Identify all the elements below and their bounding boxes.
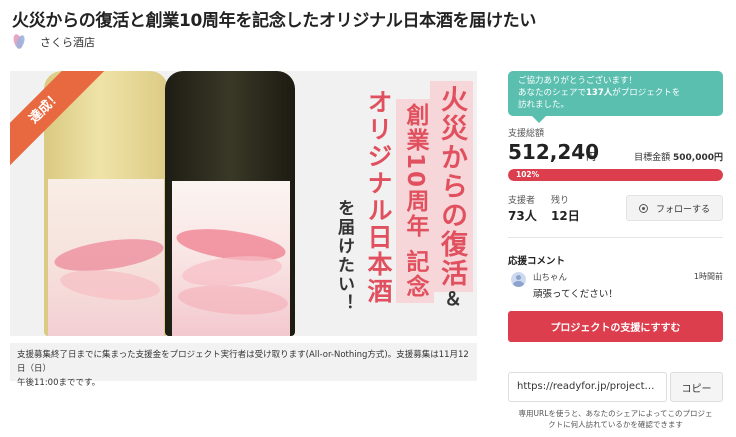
project-main-image: 達成！ 火災からの復活 創業10周年 記念 オリジナル日本酒 を届けたい！ ＆: [10, 71, 477, 336]
bubble-line2-pre: あなたのシェアで: [518, 88, 587, 98]
comment-author[interactable]: 山ちゃん: [533, 271, 567, 283]
notice-line2: 午後11:00までです。: [17, 378, 101, 388]
progress-fill: [508, 169, 723, 181]
share-url-field[interactable]: https://readyfor.jp/projects/r...: [508, 372, 667, 402]
hero-copy-line4: を届けたい！: [334, 199, 354, 313]
hero-copy-ampersand: ＆: [444, 289, 462, 310]
copy-url-button[interactable]: コピー: [670, 372, 723, 402]
progress-bar: 102%: [508, 169, 723, 181]
sakura-logo-icon: [10, 33, 28, 51]
total-label: 支援総額: [508, 129, 545, 139]
owner-name[interactable]: さくら酒店: [40, 34, 95, 50]
supporters-value: 73人: [508, 209, 537, 223]
funding-notice: 支援募集終了日までに集まった支援金をプロジェクト実行者は受け取ります(All-o…: [10, 343, 477, 388]
hero-copy-line2: 創業10周年 記念: [396, 99, 434, 304]
share-url-note: 専用URLを使うと、あなたのシェアによってこのプロジェ クトに何人訪れているかを…: [508, 408, 723, 430]
notice-line1: 支援募集終了日までに集まった支援金をプロジェクト実行者は受け取ります(All-o…: [17, 350, 469, 374]
total-unit: 円: [586, 152, 596, 163]
follow-label: フォローする: [655, 204, 710, 215]
url-note-line1: 専用URLを使うと、あなたのシェアによってこのプロジェ: [518, 409, 713, 418]
bubble-line1: ご協力ありがとうございます！: [518, 76, 638, 86]
follow-icon: [638, 203, 648, 213]
divider: [508, 237, 723, 238]
comment-text: 頑張ってください！: [533, 289, 618, 300]
goal-value: 500,000円: [673, 153, 723, 163]
remaining-label: 残り: [551, 196, 570, 206]
progress-percent: 102%: [516, 170, 540, 179]
hero-copy-line1: 火災からの復活: [430, 81, 473, 292]
remaining-value: 12日: [551, 209, 580, 223]
support-project-button[interactable]: プロジェクトの支援にすすむ: [508, 311, 723, 342]
project-owner[interactable]: さくら酒店: [10, 33, 95, 51]
url-note-line2: クトに何人訪れているかを確認できます: [548, 420, 683, 429]
page-title: 火災からの復活と創業10周年を記念したオリジナル日本酒を届けたい: [12, 11, 537, 31]
goal-amount: 目標金額 500,000円: [612, 150, 723, 163]
follow-button[interactable]: フォローする: [626, 195, 723, 221]
goal-label: 目標金額: [634, 153, 671, 163]
bubble-line2-post: がプロジェクトを: [612, 88, 681, 98]
bubble-line3: 訪れました。: [518, 100, 570, 110]
hero-copy-line3: オリジナル日本酒: [364, 89, 393, 305]
comment-time: 1時間前: [693, 272, 723, 281]
share-thanks-bubble: ご協力ありがとうございます！ あなたのシェアで137人がプロジェクトを 訪れまし…: [508, 71, 723, 123]
bubble-count: 137人: [586, 88, 613, 98]
comments-title: 応援コメント: [508, 256, 566, 267]
avatar[interactable]: [511, 272, 526, 287]
supporters-label: 支援者: [508, 196, 536, 206]
